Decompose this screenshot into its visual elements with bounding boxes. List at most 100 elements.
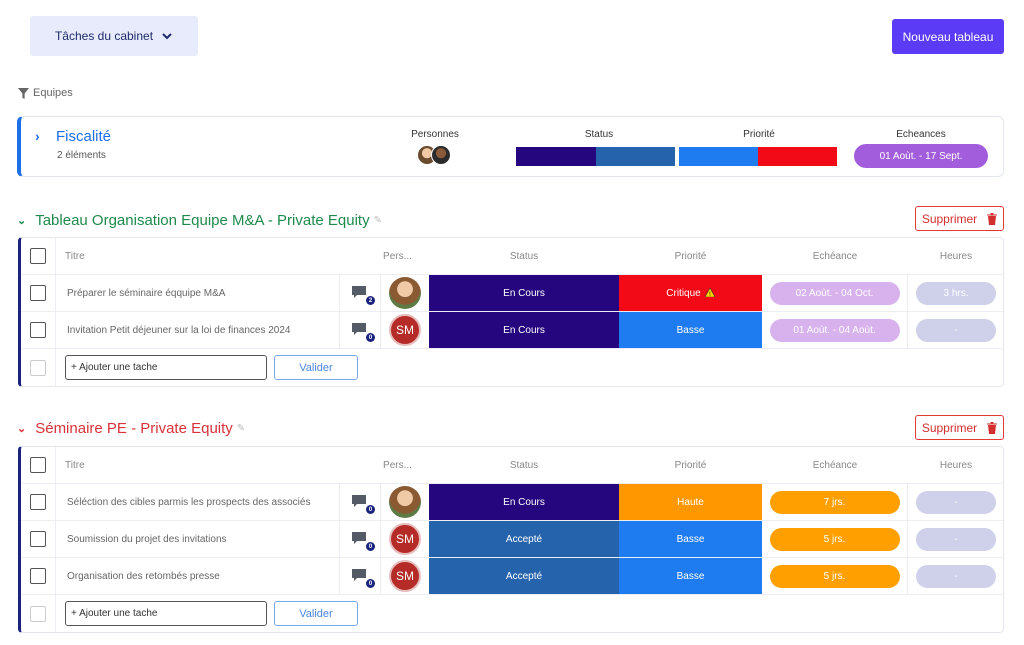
hours-cell[interactable]: - — [908, 521, 1004, 557]
person-cell[interactable]: SM — [381, 521, 429, 557]
comment-count-badge: 0 — [366, 333, 375, 342]
select-all-checkbox[interactable] — [30, 248, 46, 264]
status-cell[interactable]: En Cours — [429, 275, 619, 311]
priority-cell[interactable]: Critique! — [619, 275, 762, 311]
comment-cell[interactable]: 0 — [339, 558, 381, 594]
task-title[interactable]: Invitation Petit déjeuner sur la loi de … — [56, 312, 339, 348]
status-label: En Cours — [503, 496, 545, 508]
person-cell[interactable]: SM — [381, 312, 429, 348]
column-hours-header[interactable]: Heures — [908, 238, 1004, 274]
avatar[interactable]: SM — [389, 560, 421, 592]
chevron-down-icon[interactable]: ⌄ — [17, 214, 26, 227]
comment-cell[interactable]: 0 — [339, 521, 381, 557]
row-checkbox[interactable] — [30, 285, 46, 301]
comment-count-badge: 2 — [366, 296, 375, 305]
delete-label: Supprimer — [921, 211, 978, 226]
due-cell[interactable]: 5 jrs. — [762, 521, 908, 557]
avatar[interactable]: SM — [389, 523, 421, 555]
person-cell[interactable] — [381, 275, 429, 311]
due-pill[interactable]: 02 Aoùt. - 04 Oct. — [769, 281, 900, 305]
chevron-right-icon[interactable]: › — [35, 128, 40, 144]
validate-button[interactable]: Valider — [274, 355, 358, 380]
comment-cell[interactable]: 0 — [339, 484, 381, 520]
avatar[interactable] — [389, 277, 421, 309]
hours-cell[interactable]: - — [908, 484, 1004, 520]
task-title[interactable]: Soumission du projet des invitations — [56, 521, 339, 557]
hours-pill[interactable]: 3 hrs. — [916, 281, 996, 305]
status-label: Accepté — [505, 570, 543, 582]
status-cell[interactable]: En Cours — [429, 312, 619, 348]
add-task-row: Valider — [21, 349, 1003, 386]
hours-cell[interactable]: - — [908, 558, 1004, 594]
due-pill[interactable]: 7 jrs. — [769, 490, 900, 514]
due-pill[interactable]: 5 jrs. — [769, 527, 900, 551]
summary-avatars — [417, 145, 451, 165]
due-pill[interactable]: 01 Aoùt. - 04 Aoùt. — [769, 318, 900, 342]
status-cell[interactable]: En Cours — [429, 484, 619, 520]
hours-pill[interactable]: - — [916, 564, 996, 588]
person-cell[interactable]: SM — [381, 558, 429, 594]
row-checkbox[interactable] — [30, 494, 46, 510]
hours-cell[interactable]: - — [908, 312, 1004, 348]
chevron-down-icon[interactable]: ⌄ — [17, 422, 26, 435]
status-cell[interactable]: Accepté — [429, 521, 619, 557]
select-all-checkbox[interactable] — [30, 457, 46, 473]
column-persons-header[interactable]: Pers... — [366, 447, 429, 483]
column-hours-header[interactable]: Heures — [908, 447, 1004, 483]
column-persons-header[interactable]: Pers... — [366, 238, 429, 274]
comment-cell[interactable]: 0 — [339, 312, 381, 348]
due-cell[interactable]: 7 jrs. — [762, 484, 908, 520]
validate-button[interactable]: Valider — [274, 601, 358, 626]
group-title[interactable]: Tableau Organisation Equipe M&A - Privat… — [35, 212, 369, 229]
hours-cell[interactable]: 3 hrs. — [908, 275, 1004, 311]
column-title-header[interactable]: Titre — [56, 447, 339, 483]
hours-pill[interactable]: - — [916, 318, 996, 342]
bar-segment — [595, 147, 675, 166]
board-selector-dropdown[interactable]: Tâches du cabinet — [30, 16, 198, 56]
add-task-input[interactable] — [65, 355, 267, 380]
avatar[interactable]: SM — [389, 314, 421, 346]
avatar[interactable] — [389, 486, 421, 518]
column-title-header[interactable]: Titre — [56, 238, 339, 274]
pencil-icon[interactable]: ✎ — [374, 215, 382, 226]
row-checkbox[interactable] — [30, 531, 46, 547]
row-checkbox[interactable] — [30, 322, 46, 338]
new-board-button[interactable]: Nouveau tableau — [892, 19, 1004, 54]
column-due-header[interactable]: Echéance — [762, 238, 908, 274]
delete-group-button[interactable]: Supprimer — [915, 415, 1004, 440]
add-task-input[interactable] — [65, 601, 267, 626]
task-title[interactable]: Organisation des retombés presse — [56, 558, 339, 594]
status-cell[interactable]: Accepté — [429, 558, 619, 594]
column-status-header[interactable]: Status — [429, 447, 619, 483]
column-priority-header[interactable]: Priorité — [619, 447, 762, 483]
due-cell[interactable]: 02 Aoùt. - 04 Oct. — [762, 275, 908, 311]
column-priority-header[interactable]: Priorité — [619, 238, 762, 274]
row-checkbox[interactable] — [30, 568, 46, 584]
comment-cell[interactable]: 2 — [339, 275, 381, 311]
pencil-icon[interactable]: ✎ — [237, 423, 245, 434]
comment-icon[interactable]: 0 — [351, 531, 375, 551]
add-row-checkbox-cell — [21, 349, 56, 386]
comment-icon[interactable]: 2 — [351, 285, 375, 305]
comment-icon[interactable]: 0 — [351, 568, 375, 588]
column-due-header[interactable]: Echéance — [762, 447, 908, 483]
hours-pill[interactable]: - — [916, 490, 996, 514]
person-cell[interactable] — [381, 484, 429, 520]
group-title[interactable]: Séminaire PE - Private Equity — [35, 420, 233, 437]
due-pill[interactable]: 5 jrs. — [769, 564, 900, 588]
teams-filter[interactable]: Equipes — [18, 87, 73, 99]
due-cell[interactable]: 5 jrs. — [762, 558, 908, 594]
hours-pill[interactable]: - — [916, 527, 996, 551]
due-cell[interactable]: 01 Aoùt. - 04 Aoùt. — [762, 312, 908, 348]
priority-cell[interactable]: Basse — [619, 521, 762, 557]
comment-icon[interactable]: 0 — [351, 322, 375, 342]
priority-cell[interactable]: Basse — [619, 312, 762, 348]
column-status-header[interactable]: Status — [429, 238, 619, 274]
priority-cell[interactable]: Basse — [619, 558, 762, 594]
comment-icon[interactable]: 0 — [351, 494, 375, 514]
task-title[interactable]: Séléction des cibles parmis les prospect… — [56, 484, 339, 520]
delete-group-button[interactable]: Supprimer — [915, 206, 1004, 231]
task-title[interactable]: Préparer le séminaire éqquipe M&A — [56, 275, 339, 311]
priority-cell[interactable]: Haute — [619, 484, 762, 520]
group-title[interactable]: Fiscalité — [56, 128, 111, 145]
